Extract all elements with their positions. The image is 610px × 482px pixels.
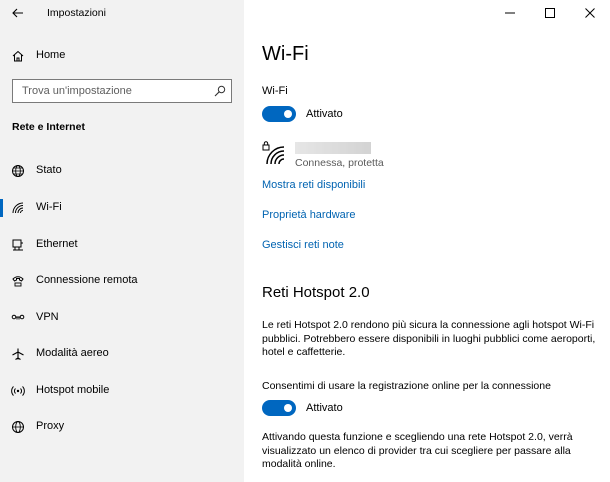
hotspot-description: Le reti Hotspot 2.0 rendono più sicura l… [262, 319, 596, 358]
sidebar-item-vpn[interactable]: VPN [0, 303, 244, 333]
secured-wifi-icon [262, 141, 285, 165]
online-signup-label: Consentimi di usare la registrazione onl… [262, 380, 551, 392]
section-title: Rete e Internet [12, 121, 85, 133]
toggle-knob [284, 404, 292, 412]
sidebar-item-label: Stato [36, 164, 62, 176]
online-signup-toggle[interactable] [262, 400, 296, 416]
sidebar-item-stato[interactable]: Stato [0, 156, 244, 186]
sidebar-item-modalita-aereo[interactable]: Modalità aereo [0, 339, 244, 369]
dialup-icon [12, 276, 24, 287]
hardware-properties-link[interactable]: Proprietà hardware [262, 209, 356, 221]
sidebar-item-label: VPN [36, 311, 59, 323]
show-available-networks-link[interactable]: Mostra reti disponibili [262, 179, 365, 191]
title-bar: Impostazioni [0, 0, 244, 26]
hotspot-section-title: Reti Hotspot 2.0 [262, 284, 370, 301]
arrow-left-icon [12, 8, 23, 18]
sidebar-item-wifi[interactable]: Wi-Fi [0, 193, 244, 223]
wifi-toggle-state: Attivato [306, 108, 343, 120]
sidebar: Impostazioni Home Rete e Internet Stato … [0, 0, 244, 482]
wifi-label: Wi-Fi [262, 85, 288, 97]
online-signup-toggle-state: Attivato [306, 402, 343, 414]
sidebar-item-connessione-remota[interactable]: Connessione remota [0, 266, 244, 296]
search-input[interactable] [13, 80, 207, 102]
page-title: Wi-Fi [262, 43, 309, 65]
wifi-icon [12, 202, 24, 214]
search-icon[interactable] [214, 85, 226, 97]
sidebar-item-proxy[interactable]: Proxy [0, 412, 244, 442]
proxy-globe-icon [12, 421, 24, 433]
minimize-button[interactable] [490, 0, 530, 26]
close-icon [585, 8, 595, 18]
selection-indicator [0, 199, 3, 217]
close-button[interactable] [570, 0, 610, 26]
app-title: Impostazioni [47, 7, 106, 19]
toggle-knob [284, 110, 292, 118]
back-button[interactable] [6, 3, 30, 23]
home-nav-item[interactable]: Home [0, 45, 244, 67]
maximize-icon [545, 8, 555, 18]
hotspot-icon [11, 386, 25, 396]
network-status: Connessa, protetta [295, 157, 384, 169]
globe-icon [12, 165, 24, 177]
window-controls [490, 0, 610, 26]
online-signup-description: Attivando questa funzione e scegliendo u… [262, 431, 573, 470]
manage-known-networks-link[interactable]: Gestisci reti note [262, 239, 344, 251]
ethernet-icon [12, 239, 23, 251]
sidebar-item-label: Proxy [36, 420, 65, 432]
sidebar-item-label: Modalità aereo [36, 347, 109, 359]
wifi-toggle[interactable] [262, 106, 296, 122]
sidebar-item-label: Connessione remota [36, 274, 138, 286]
home-icon [12, 50, 24, 62]
minimize-icon [505, 12, 515, 14]
airplane-icon [12, 348, 24, 360]
sidebar-item-label: Hotspot mobile [36, 384, 110, 396]
sidebar-item-hotspot-mobile[interactable]: Hotspot mobile [0, 376, 244, 406]
connected-network[interactable]: Connessa, protetta [262, 138, 462, 172]
vpn-icon [11, 314, 25, 320]
sidebar-item-ethernet[interactable]: Ethernet [0, 230, 244, 260]
maximize-button[interactable] [530, 0, 570, 26]
sidebar-item-label: Wi-Fi [36, 201, 62, 213]
home-label: Home [36, 49, 66, 61]
network-name-redacted [295, 142, 371, 154]
search-box [12, 79, 232, 103]
sidebar-item-label: Ethernet [36, 238, 78, 250]
